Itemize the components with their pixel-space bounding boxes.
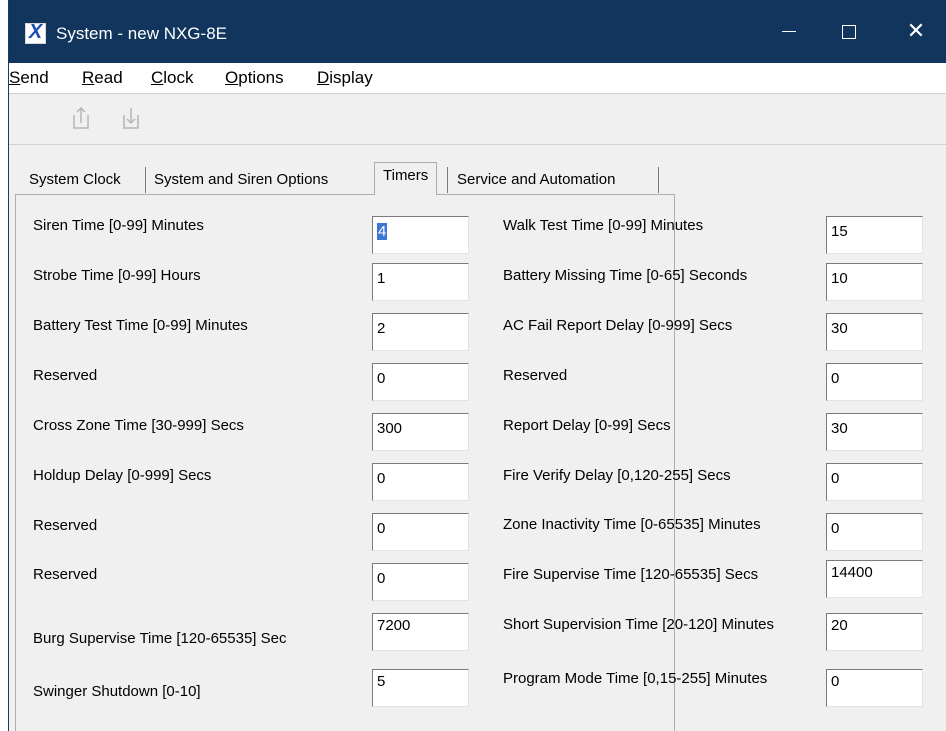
swinger-shutdown-label: Swinger Shutdown [0-10]: [33, 683, 201, 700]
tab-service-and-automation[interactable]: Service and Automation: [450, 167, 622, 193]
reserved-label: Reserved: [33, 517, 98, 534]
siren-time-field[interactable]: 4: [372, 216, 469, 254]
system-window: X System - new NXG-8E ✕ Send Read Clock …: [8, 0, 946, 731]
tab-strip: System Clock System and Siren Options Ti…: [9, 155, 946, 199]
siren-time-label: Siren Time [0-99] Minutes: [33, 217, 204, 234]
ac-fail-report-delay-label: AC Fail Report Delay [0-999] Secs: [503, 317, 733, 334]
reserved-label: Reserved: [503, 367, 568, 384]
report-delay-field[interactable]: 30: [826, 413, 923, 451]
send-upload-icon[interactable]: [71, 106, 91, 130]
app-x-icon[interactable]: X: [25, 21, 46, 44]
tab-separator: [658, 167, 659, 193]
fire-supervise-time-label: Fire Supervise Time [120-65535] Secs: [503, 566, 759, 583]
cross-zone-time-field[interactable]: 300: [372, 413, 469, 451]
battery-test-time-field[interactable]: 2: [372, 313, 469, 351]
battery-test-time-label: Battery Test Time [0-99] Minutes: [33, 317, 248, 334]
menu-clock[interactable]: Clock: [151, 68, 194, 88]
holdup-delay-field[interactable]: 0: [372, 463, 469, 501]
tab-separator: [447, 167, 448, 193]
menu-bar: Send Read Clock Options Display: [9, 63, 946, 94]
battery-missing-time-field[interactable]: 10: [826, 263, 923, 301]
title-bar[interactable]: X System - new NXG-8E ✕: [9, 0, 946, 63]
minimize-button[interactable]: [757, 0, 819, 63]
zone-inactivity-time-field[interactable]: 0: [826, 513, 923, 551]
minimize-icon: [782, 31, 796, 32]
burg-supervise-time-field[interactable]: 7200: [372, 613, 469, 651]
read-download-icon[interactable]: [121, 106, 141, 130]
battery-missing-time-label: Battery Missing Time [0-65] Seconds: [503, 267, 748, 284]
reserved-field[interactable]: 0: [372, 363, 469, 401]
reserved-label: Reserved: [33, 367, 98, 384]
reserved-label: Reserved: [33, 566, 98, 583]
tab-system-clock[interactable]: System Clock: [22, 167, 128, 193]
short-supervision-time-field[interactable]: 20: [826, 613, 923, 651]
toolbar: [9, 94, 946, 145]
reserved-field[interactable]: 0: [372, 513, 469, 551]
menu-display[interactable]: Display: [317, 68, 373, 88]
tab-separator: [145, 167, 146, 193]
reserved-field[interactable]: 0: [826, 363, 923, 401]
reserved-field[interactable]: 0: [372, 563, 469, 601]
walk-test-time-field[interactable]: 15: [826, 216, 923, 254]
menu-read[interactable]: Read: [82, 68, 123, 88]
window-title: System - new NXG-8E: [56, 24, 227, 43]
report-delay-label: Report Delay [0-99] Secs: [503, 417, 671, 434]
swinger-shutdown-field[interactable]: 5: [372, 669, 469, 707]
menu-options[interactable]: Options: [225, 68, 284, 88]
fire-verify-delay-field[interactable]: 0: [826, 463, 923, 501]
holdup-delay-label: Holdup Delay [0-999] Secs: [33, 467, 212, 484]
tab-timers[interactable]: Timers: [374, 162, 438, 195]
ac-fail-report-delay-field[interactable]: 30: [826, 313, 923, 351]
short-supervision-time-label: Short Supervision Time [20-120] Minutes: [503, 616, 774, 633]
cross-zone-time-label: Cross Zone Time [30-999] Secs: [33, 417, 244, 434]
maximize-icon: [842, 25, 856, 39]
close-icon: ✕: [906, 19, 926, 44]
burg-supervise-time-label: Burg Supervise Time [120-65535] Sec: [33, 630, 287, 647]
strobe-time-label: Strobe Time [0-99] Hours: [33, 267, 201, 284]
fire-verify-delay-label: Fire Verify Delay [0,120-255] Secs: [503, 467, 731, 484]
program-mode-time-field[interactable]: 0: [826, 669, 923, 707]
fire-supervise-time-field[interactable]: 14400: [826, 560, 923, 598]
program-mode-time-label: Program Mode Time [0,15-255] Minutes: [503, 670, 768, 687]
maximize-button[interactable]: [818, 0, 880, 63]
tab-system-and-siren-options[interactable]: System and Siren Options: [147, 167, 335, 193]
menu-send[interactable]: Send: [9, 68, 49, 88]
close-button[interactable]: ✕: [885, 0, 946, 63]
walk-test-time-label: Walk Test Time [0-99] Minutes: [503, 217, 704, 234]
strobe-time-field[interactable]: 1: [372, 263, 469, 301]
zone-inactivity-time-label: Zone Inactivity Time [0-65535] Minutes: [503, 516, 761, 533]
